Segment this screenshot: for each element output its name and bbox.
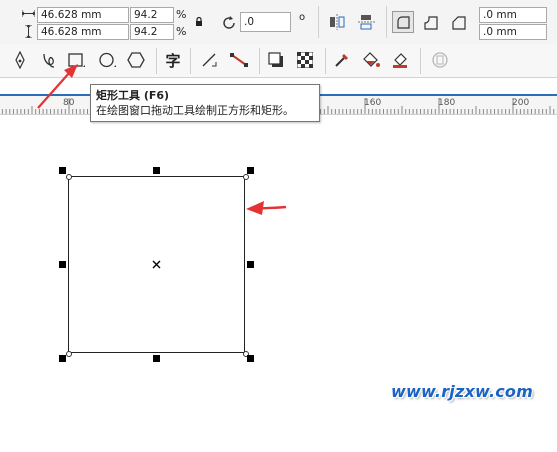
separator bbox=[318, 6, 319, 38]
selection-handle-middle-left[interactable] bbox=[59, 261, 66, 268]
selection-handle-bottom-right[interactable] bbox=[247, 355, 254, 362]
ellipse-tool-icon[interactable] bbox=[96, 49, 118, 71]
selection-handle-top-left[interactable] bbox=[59, 167, 66, 174]
tooltip-title: 矩形工具 (F6) bbox=[96, 89, 170, 102]
chamfer-corner-icon[interactable] bbox=[448, 12, 470, 34]
fill-bucket-icon[interactable] bbox=[360, 49, 382, 71]
scale-y-field[interactable]: 94.2 bbox=[130, 24, 174, 40]
rotation-angle-field[interactable]: .0 bbox=[240, 12, 291, 32]
extra-tool-icon[interactable] bbox=[429, 49, 451, 71]
drop-shadow-icon[interactable] bbox=[265, 49, 287, 71]
scale-x-field[interactable]: 94.2 bbox=[130, 7, 174, 23]
separator bbox=[420, 48, 421, 74]
separator bbox=[259, 48, 260, 74]
ruler-tick-label: 160 bbox=[364, 98, 382, 108]
rectangle-tool-tooltip: 矩形工具 (F6) 在绘图窗口拖动工具绘制正方形和矩形。 bbox=[90, 84, 320, 122]
percent-label-x: % bbox=[176, 8, 187, 21]
mirror-horizontal-icon[interactable] bbox=[326, 11, 348, 33]
transparency-icon[interactable] bbox=[294, 49, 316, 71]
selection-handle-top-right[interactable] bbox=[247, 167, 254, 174]
selection-handle-bottom-left[interactable] bbox=[59, 355, 66, 362]
selection-handle-top-middle[interactable] bbox=[153, 167, 160, 174]
polygon-tool-icon[interactable] bbox=[125, 49, 147, 71]
eyedropper-icon[interactable] bbox=[331, 49, 353, 71]
dimension-tool-icon[interactable] bbox=[228, 49, 250, 71]
corner-radius-bottom-field[interactable]: .0 mm bbox=[479, 24, 547, 40]
watermark-logo: www.rjzxw.com bbox=[391, 382, 533, 401]
degree-unit-label: o bbox=[299, 12, 306, 23]
scallop-corner-icon[interactable] bbox=[420, 12, 442, 34]
property-bar: 46.628 mm 46.628 mm 94.2 % 94.2 % .0 o .… bbox=[0, 0, 557, 45]
height-icon bbox=[24, 24, 33, 41]
ruler-tick-label: 200 bbox=[512, 98, 530, 108]
corner-radius-top-field[interactable]: .0 mm bbox=[479, 7, 547, 23]
corner-node bbox=[66, 174, 72, 180]
rotate-icon[interactable] bbox=[218, 12, 240, 34]
width-icon bbox=[21, 8, 36, 21]
separator bbox=[325, 48, 326, 74]
round-corner-icon[interactable] bbox=[392, 11, 414, 33]
percent-label-y: % bbox=[176, 25, 187, 38]
separator bbox=[156, 48, 157, 74]
separator bbox=[190, 48, 191, 74]
tooltip-description: 在绘图窗口拖动工具绘制正方形和矩形。 bbox=[96, 104, 294, 117]
pen-tool-icon[interactable] bbox=[9, 49, 31, 71]
lock-ratio-icon[interactable] bbox=[188, 11, 210, 33]
connector-tool-icon[interactable] bbox=[198, 49, 220, 71]
selection-handle-bottom-middle[interactable] bbox=[153, 355, 160, 362]
mirror-vertical-icon[interactable] bbox=[356, 11, 378, 33]
annotation-arrow-to-tool-icon bbox=[37, 64, 78, 109]
smart-fill-icon[interactable] bbox=[389, 49, 411, 71]
object-height-field[interactable]: 46.628 mm bbox=[37, 24, 129, 40]
text-tool-icon[interactable]: 字 bbox=[162, 49, 184, 71]
ruler-tick-label: 180 bbox=[438, 98, 456, 108]
selection-handle-middle-right[interactable] bbox=[247, 261, 254, 268]
center-marker-icon[interactable] bbox=[152, 259, 161, 272]
object-width-field[interactable]: 46.628 mm bbox=[37, 7, 129, 23]
corner-node bbox=[243, 174, 249, 180]
separator bbox=[386, 6, 387, 38]
annotation-arrow-to-rectangle-icon bbox=[246, 201, 287, 215]
corner-node bbox=[66, 351, 72, 357]
